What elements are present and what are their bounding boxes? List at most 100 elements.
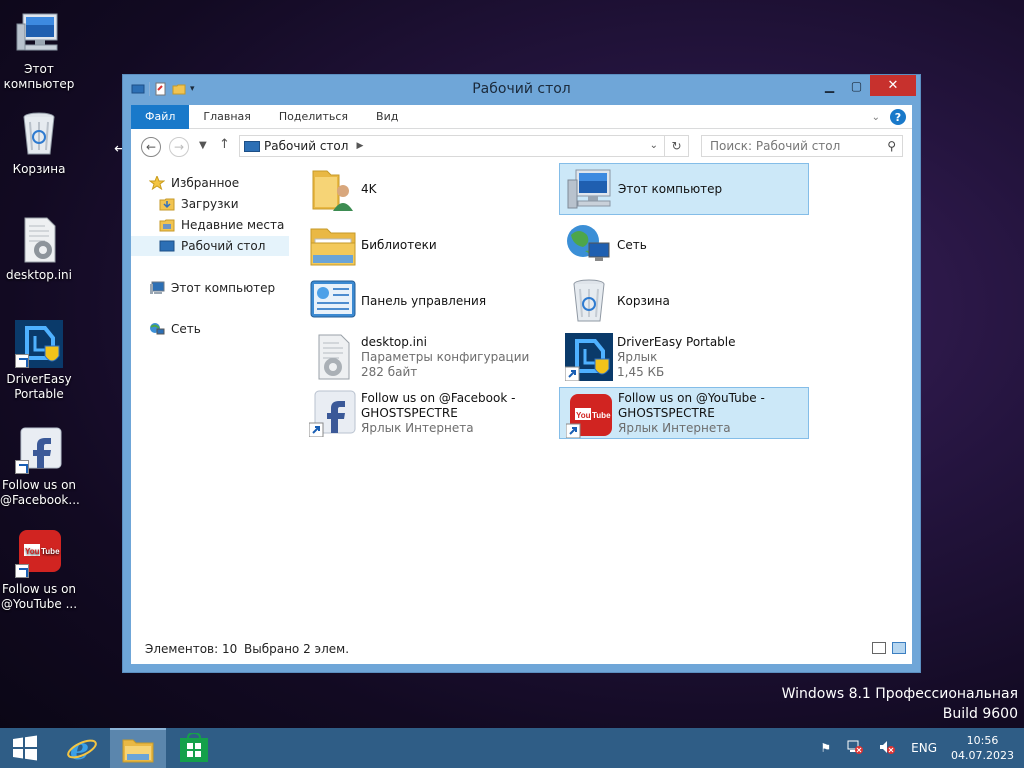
svg-text:Tube: Tube: [592, 411, 611, 420]
tab-share[interactable]: Поделиться: [265, 105, 362, 129]
file-explorer-icon: [122, 739, 154, 763]
back-button[interactable]: ←: [141, 137, 161, 157]
network-disconnected-icon[interactable]: [847, 740, 864, 757]
desktop-icon-this-pc[interactable]: Этот компьютер: [0, 10, 78, 92]
settings-file-icon: [309, 333, 357, 381]
tab-view[interactable]: Вид: [362, 105, 412, 129]
file-item-this-pc[interactable]: Этот компьютер: [559, 163, 809, 215]
tiles-view-icon[interactable]: [892, 642, 906, 654]
nav-label: Недавние места: [181, 218, 285, 232]
nav-recent-places[interactable]: Недавние места: [159, 215, 284, 235]
item-name: Этот компьютер: [618, 181, 723, 196]
help-icon[interactable]: ?: [890, 109, 906, 125]
navigation-pane: Избранное Загрузки Недавние места Рабочи…: [131, 163, 291, 634]
tab-home[interactable]: Главная: [189, 105, 265, 129]
facebook-icon: [308, 389, 357, 438]
language-indicator[interactable]: ENG: [911, 741, 937, 755]
recent-locations-icon[interactable]: ▼: [199, 140, 207, 151]
maximize-button[interactable]: ▢: [843, 75, 870, 96]
expand-ribbon-icon[interactable]: ⌄: [872, 112, 880, 123]
recycle-bin-icon: [15, 110, 63, 158]
file-item-youtube[interactable]: You Tube Follow us on @YouTube - GHOSTSPE…: [559, 387, 809, 439]
item-size: 1,45 КБ: [617, 364, 665, 379]
nav-label: Избранное: [171, 176, 240, 190]
close-button[interactable]: ✕: [870, 75, 916, 96]
item-name: Follow us on @Facebook -: [361, 390, 516, 405]
title-bar[interactable]: ▾ Рабочий стол ▁ ▢ ✕: [123, 75, 920, 105]
taskbar-internet-explorer[interactable]: e: [54, 728, 110, 768]
clock[interactable]: 10:56 04.07.2023: [951, 733, 1014, 763]
file-item-recycle-bin[interactable]: Корзина: [559, 275, 809, 327]
watermark-edition: Windows 8.1 Профессиональная: [781, 686, 1018, 702]
tab-file[interactable]: Файл: [131, 104, 190, 129]
nav-desktop[interactable]: Рабочий стол: [131, 236, 289, 256]
item-count: Элементов: 10: [145, 642, 238, 656]
details-view-icon[interactable]: [872, 642, 886, 654]
item-name-line2: GHOSTSPECTRE: [361, 405, 458, 420]
system-tray: ⚑ ENG 10:56 04.07.2023: [812, 728, 1024, 768]
taskbar-file-explorer[interactable]: [110, 728, 166, 768]
file-item-libraries[interactable]: Библиотеки: [303, 219, 553, 271]
watermark-build: Build 9600: [942, 706, 1018, 722]
file-item-facebook[interactable]: Follow us on @Facebook - GHOSTSPECTRE Яр…: [303, 387, 553, 439]
item-name: Follow us on @YouTube -: [618, 390, 765, 405]
search-input[interactable]: Поиск: Рабочий стол ⚲: [701, 135, 903, 157]
item-type: Ярлык Интернета: [618, 420, 731, 435]
breadcrumb-chevron-icon[interactable]: ▶: [356, 141, 363, 151]
address-dropdown-icon[interactable]: ⌄: [650, 140, 658, 151]
status-bar: Элементов: 10 Выбрано 2 элем.: [131, 634, 912, 664]
taskbar: e ⚑ ENG 10:56 04.07.2023: [0, 728, 1024, 768]
refresh-button[interactable]: ↻: [664, 136, 688, 156]
search-placeholder: Поиск: Рабочий стол: [710, 139, 841, 153]
explorer-window[interactable]: ▾ Рабочий стол ▁ ▢ ✕ Файл Главная Подели…: [122, 74, 921, 673]
desktop-icon-drivereasy[interactable]: DriverEasy Portable: [0, 320, 78, 402]
nav-this-pc[interactable]: Этот компьютер: [149, 278, 275, 298]
item-name: Панель управления: [361, 293, 487, 308]
drivereasy-icon: [15, 320, 63, 368]
start-button[interactable]: [0, 728, 50, 768]
desktop-icon-desktop-ini[interactable]: desktop.ini: [0, 216, 78, 283]
desktop-icon-recycle-bin[interactable]: Корзина: [0, 110, 78, 177]
computer-icon: [15, 10, 63, 58]
action-center-flag-icon[interactable]: ⚑: [820, 741, 831, 755]
file-item-drivereasy[interactable]: DriverEasy Portable Ярлык 1,45 КБ: [559, 331, 809, 383]
desktop-icon-label: desktop.ini: [6, 268, 72, 282]
file-item-network[interactable]: Сеть: [559, 219, 809, 271]
search-icon[interactable]: ⚲: [887, 139, 896, 153]
file-item-desktop-ini[interactable]: desktop.ini Параметры конфигурации 282 б…: [303, 331, 553, 383]
file-item-4k[interactable]: 4K: [303, 163, 553, 215]
item-name: Библиотеки: [361, 237, 437, 252]
minimize-button[interactable]: ▁: [816, 75, 843, 96]
internet-explorer-icon: e: [67, 732, 97, 764]
up-button[interactable]: ↑: [219, 137, 230, 152]
desktop-icon-label: Follow us on @YouTube ...: [0, 582, 78, 611]
file-item-control-panel[interactable]: Панель управления: [303, 275, 553, 327]
file-list: 4K Этот компьютер Библиотеки Сеть Панель…: [303, 163, 912, 634]
drivereasy-icon: [564, 333, 613, 382]
nav-favorites[interactable]: Избранное: [148, 173, 240, 193]
volume-muted-icon[interactable]: [879, 740, 896, 757]
nav-label: Этот компьютер: [171, 281, 276, 295]
shortcut-arrow-icon: [15, 354, 29, 368]
star-icon: [148, 174, 166, 191]
network-icon: [565, 221, 613, 269]
settings-file-icon: [15, 216, 63, 264]
computer-icon: [566, 166, 614, 214]
desktop-icon-facebook[interactable]: Follow us on @Facebook...: [0, 426, 80, 508]
forward-button[interactable]: →: [169, 137, 189, 157]
desktop-icon-youtube[interactable]: You Tube Follow us on @YouTube ...: [0, 530, 78, 612]
desktop-icon-label: Корзина: [12, 162, 66, 176]
breadcrumb-desktop[interactable]: Рабочий стол: [264, 139, 348, 153]
nav-label: Рабочий стол: [181, 239, 266, 253]
nav-downloads[interactable]: Загрузки: [159, 194, 239, 214]
network-icon: [149, 322, 165, 336]
item-name: desktop.ini: [361, 334, 427, 349]
item-name: 4K: [361, 181, 377, 196]
nav-label: Сеть: [171, 322, 201, 336]
window-title: Рабочий стол: [472, 81, 571, 97]
address-bar[interactable]: Рабочий стол ▶ ⌄ ↻: [239, 135, 689, 157]
nav-network[interactable]: Сеть: [149, 319, 201, 339]
taskbar-store[interactable]: [166, 728, 222, 768]
item-name: DriverEasy Portable: [617, 334, 736, 349]
recycle-bin-icon: [565, 277, 613, 325]
